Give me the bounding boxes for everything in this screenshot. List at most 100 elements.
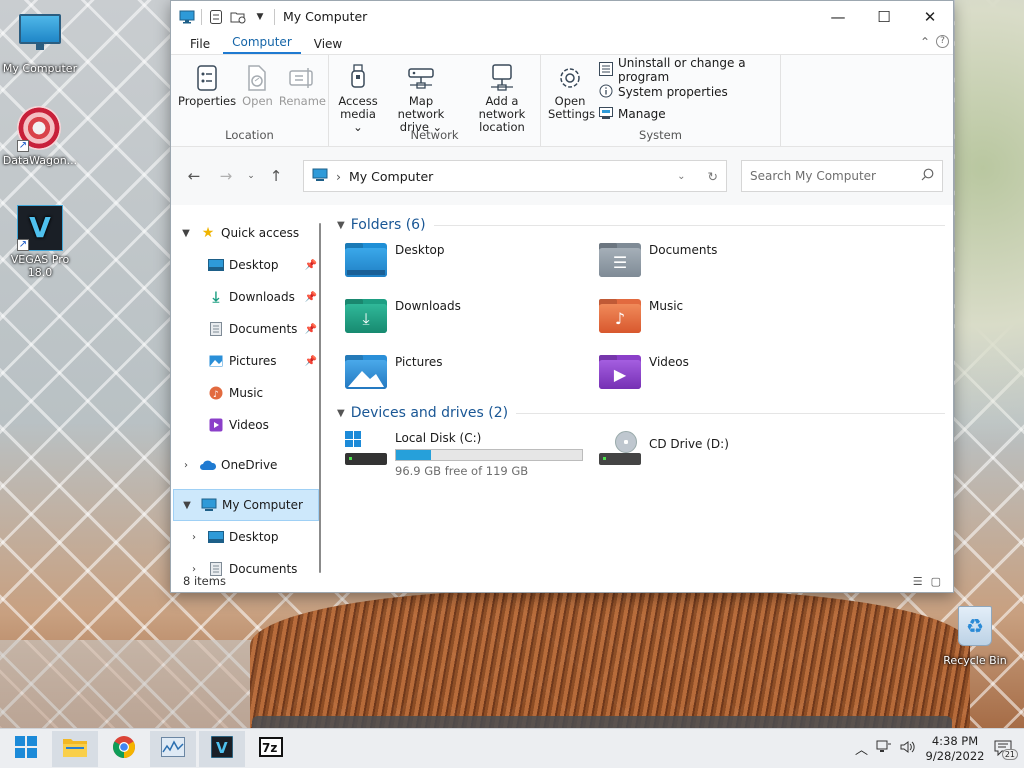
cd-drive-icon bbox=[599, 431, 641, 465]
help-icon[interactable]: ? bbox=[936, 35, 949, 48]
chevron-down-icon[interactable]: ▼ bbox=[179, 228, 193, 239]
vegas-icon: V bbox=[210, 735, 234, 761]
properties-label: Properties bbox=[178, 94, 237, 108]
tab-file[interactable]: File bbox=[181, 37, 219, 54]
videos-folder-icon: ▶ bbox=[599, 355, 641, 389]
tab-view[interactable]: View bbox=[305, 37, 351, 54]
taskbar-7zip[interactable]: 7z bbox=[248, 731, 294, 767]
folders-section-header[interactable]: ▼ Folders (6) bbox=[337, 213, 945, 237]
content-pane[interactable]: ▼ Folders (6) Desktop ☰ Documents ⤓ Down… bbox=[321, 205, 953, 582]
performance-monitor-icon bbox=[161, 737, 185, 760]
drive-usage-bar bbox=[395, 449, 583, 461]
tree-item-my-computer[interactable]: ▼ My Computer bbox=[173, 489, 319, 521]
taskbar-vegas[interactable]: V bbox=[199, 730, 245, 767]
navigation-pane[interactable]: ▼ ★ Quick access Desktop 📌 ⤓ Downloads 📌… bbox=[171, 205, 321, 582]
tree-item-music[interactable]: ♪ Music bbox=[171, 377, 321, 409]
title-bar[interactable]: ▼ My Computer — ☐ ✕ bbox=[171, 1, 953, 32]
explorer-window: ▼ My Computer — ☐ ✕ File Computer View ⌃… bbox=[170, 0, 954, 593]
new-folder-icon[interactable] bbox=[230, 9, 246, 25]
tree-item-label: OneDrive bbox=[221, 458, 278, 472]
uninstall-program-link[interactable]: Uninstall or change a program bbox=[599, 56, 772, 84]
breadcrumb[interactable]: My Computer bbox=[349, 169, 433, 184]
chevron-down-icon[interactable]: ⌄ bbox=[677, 171, 685, 182]
chevron-down-icon[interactable]: ▼ bbox=[252, 9, 268, 25]
drive-cd-d[interactable]: CD Drive (D:) bbox=[599, 431, 853, 478]
start-button[interactable] bbox=[3, 731, 49, 767]
folder-music[interactable]: ♪ Music bbox=[599, 299, 853, 337]
clock[interactable]: 4:38 PM 9/28/2022 bbox=[924, 734, 986, 764]
folder-label: Downloads bbox=[395, 299, 461, 313]
tree-item-desktop-sub[interactable]: › Desktop bbox=[171, 521, 321, 553]
info-icon bbox=[599, 84, 613, 101]
desktop-icon-vegas[interactable]: V ↗ VEGAS Pro 18.0 bbox=[0, 205, 80, 279]
tree-item-onedrive[interactable]: › OneDrive bbox=[171, 449, 321, 481]
notification-button[interactable]: 21 bbox=[994, 740, 1018, 760]
tree-item-label: My Computer bbox=[222, 498, 303, 512]
chevron-right-icon[interactable]: › bbox=[179, 460, 193, 471]
address-box[interactable]: › My Computer ⌄ ↻ bbox=[303, 160, 728, 192]
music-folder-icon: ♪ bbox=[599, 299, 641, 333]
properties-icon[interactable] bbox=[208, 9, 224, 25]
desktop-icon-my-computer[interactable]: My Computer bbox=[0, 8, 80, 75]
network-icon[interactable] bbox=[876, 740, 892, 757]
folder-pictures[interactable]: Pictures bbox=[345, 355, 599, 393]
taskbar-monitor-app[interactable] bbox=[150, 730, 196, 767]
drives-section-header[interactable]: ▼ Devices and drives (2) bbox=[337, 401, 945, 425]
tree-item-label: Documents bbox=[229, 322, 298, 336]
manage-link[interactable]: Manage bbox=[599, 105, 772, 123]
desktop-icon-label: DataWagon... bbox=[2, 154, 78, 167]
chevron-down-icon[interactable]: ▼ bbox=[180, 500, 194, 511]
taskbar-file-explorer[interactable] bbox=[52, 730, 98, 767]
rename-icon bbox=[288, 63, 316, 93]
ribbon-group-label: Location bbox=[225, 128, 274, 142]
tab-computer[interactable]: Computer bbox=[223, 35, 301, 54]
pin-icon: 📌 bbox=[304, 323, 317, 335]
large-icons-view-icon[interactable]: ▢ bbox=[931, 575, 941, 588]
desktop-icon-recycle-bin[interactable]: ♻ Recycle Bin bbox=[935, 602, 1015, 667]
close-button[interactable]: ✕ bbox=[907, 1, 953, 32]
computer-icon bbox=[312, 168, 328, 185]
details-view-icon[interactable]: ☰ bbox=[913, 575, 923, 588]
tree-item-downloads[interactable]: ⤓ Downloads 📌 bbox=[171, 281, 321, 313]
section-title: Devices and drives (2) bbox=[350, 405, 509, 421]
pin-icon: 📌 bbox=[304, 259, 317, 271]
volume-icon[interactable] bbox=[900, 740, 916, 757]
tree-item-videos[interactable]: Videos bbox=[171, 409, 321, 441]
folder-documents[interactable]: ☰ Documents bbox=[599, 243, 853, 281]
window-title: My Computer bbox=[283, 9, 368, 24]
system-properties-link[interactable]: System properties bbox=[599, 83, 772, 101]
desktop-icon-datawagon[interactable]: ↗ DataWagon... bbox=[0, 106, 80, 167]
folder-downloads[interactable]: ⤓ Downloads bbox=[345, 299, 599, 337]
tree-item-documents[interactable]: Documents 📌 bbox=[171, 313, 321, 345]
hard-drive-icon bbox=[345, 431, 387, 465]
maximize-button[interactable]: ☐ bbox=[861, 1, 907, 32]
tree-item-desktop[interactable]: Desktop 📌 bbox=[171, 249, 321, 281]
collapse-ribbon-icon[interactable]: ⌃ bbox=[920, 35, 930, 49]
refresh-icon[interactable]: ↻ bbox=[708, 169, 718, 184]
search-input[interactable]: Search My Computer bbox=[741, 160, 944, 192]
taskbar-chrome[interactable] bbox=[101, 731, 147, 767]
folder-desktop[interactable]: Desktop bbox=[345, 243, 599, 281]
chevron-down-icon[interactable]: ▼ bbox=[337, 220, 345, 231]
address-bar-row: ← → ⌄ ↑ › My Computer ⌄ ↻ Search My Comp… bbox=[171, 147, 953, 205]
minimize-button[interactable]: — bbox=[815, 1, 861, 32]
tree-item-label: Desktop bbox=[229, 530, 279, 544]
downloads-folder-icon: ⤓ bbox=[345, 299, 387, 333]
chevron-up-icon[interactable]: ︿ bbox=[855, 739, 868, 758]
up-button[interactable]: ↑ bbox=[263, 161, 289, 191]
tree-item-quick-access[interactable]: ▼ ★ Quick access bbox=[171, 217, 321, 249]
chevron-right-icon[interactable]: › bbox=[187, 532, 201, 543]
chevron-down-icon[interactable]: ▼ bbox=[337, 408, 345, 419]
back-button[interactable]: ← bbox=[181, 161, 207, 191]
taskbar: V 7z ︿ 4:38 PM 9/28/2022 21 bbox=[0, 728, 1024, 768]
star-icon: ★ bbox=[201, 225, 215, 241]
svg-text:7z: 7z bbox=[262, 741, 277, 755]
recent-locations-button[interactable]: ⌄ bbox=[245, 161, 257, 191]
vegas-icon: V ↗ bbox=[17, 205, 63, 251]
folder-videos[interactable]: ▶ Videos bbox=[599, 355, 853, 393]
svg-text:V: V bbox=[216, 739, 228, 757]
tree-item-pictures[interactable]: Pictures 📌 bbox=[171, 345, 321, 377]
forward-button[interactable]: → bbox=[213, 161, 239, 191]
drive-local-disk-c[interactable]: Local Disk (C:) 96.9 GB free of 119 GB bbox=[345, 431, 599, 478]
drive-free-space: 96.9 GB free of 119 GB bbox=[395, 464, 529, 478]
